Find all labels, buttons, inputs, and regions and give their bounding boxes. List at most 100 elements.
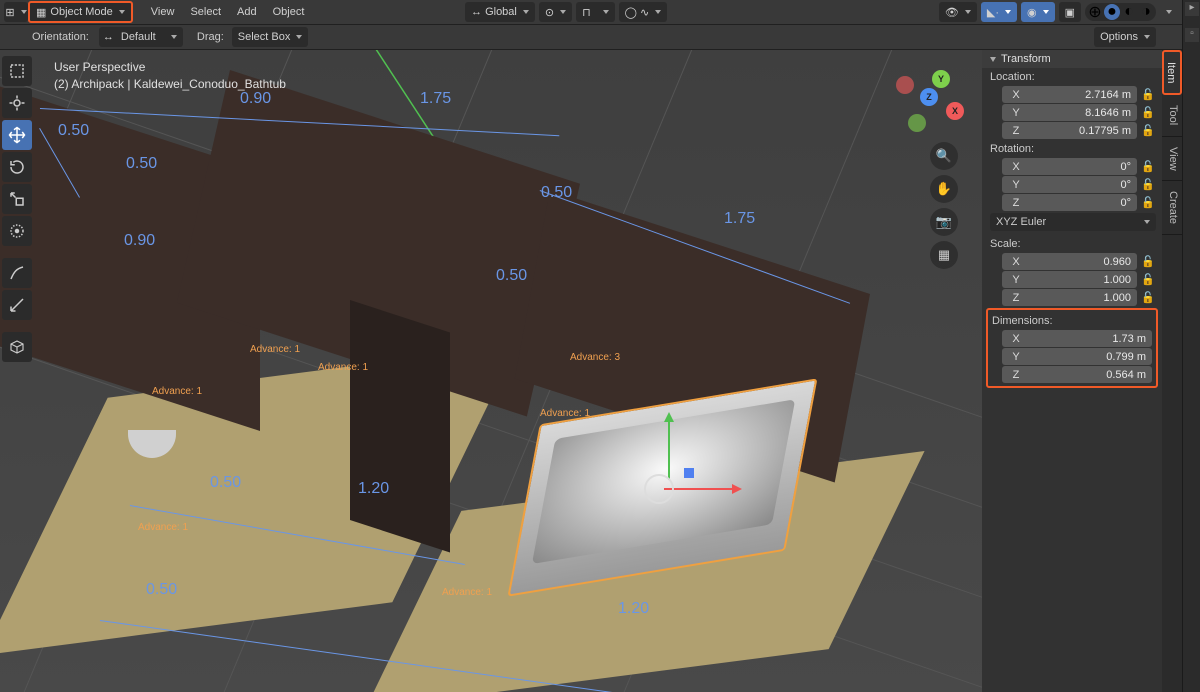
gizmo-neg-x[interactable] <box>896 76 914 94</box>
cursor-tool[interactable] <box>2 88 32 118</box>
orientation-dd[interactable]: ↔ Global <box>465 2 535 22</box>
menu-object[interactable]: Object <box>265 6 313 18</box>
lock-icon[interactable]: 🔓 <box>1140 195 1156 211</box>
menu-add[interactable]: Add <box>229 6 265 18</box>
rotation-mode-dd[interactable]: XYZ Euler <box>990 213 1156 231</box>
mode-label: Object Mode <box>50 6 112 18</box>
collapse-icon[interactable]: ▸ <box>1185 2 1199 16</box>
tab-create[interactable]: Create <box>1162 181 1182 235</box>
lock-icon[interactable]: 🔓 <box>1140 105 1156 121</box>
perspective-icon[interactable]: ▦ <box>930 241 958 269</box>
mode-dropdown[interactable]: ▦ Object Mode <box>28 1 133 23</box>
advance-1d: Advance: 1 <box>540 408 590 419</box>
dim-0-50e: 0.50 <box>210 474 241 492</box>
advance-1f: Advance: 1 <box>442 587 492 598</box>
right-edge-strip: ▸ ▫ <box>1182 0 1200 692</box>
scl-x-field[interactable]: X0.960 <box>1002 253 1137 270</box>
nav-gizmo[interactable]: Y Z X <box>904 70 966 132</box>
lock-icon[interactable]: 🔓 <box>1140 254 1156 270</box>
dimensions-label: Dimensions: <box>988 312 1156 330</box>
dim-0-50a: 0.50 <box>58 122 89 140</box>
gizmo-neg-y[interactable] <box>908 114 926 132</box>
gizmo-y[interactable]: Y <box>932 70 950 88</box>
xray-toggle[interactable]: ▣ <box>1059 2 1081 22</box>
viewport-3d[interactable]: User Perspective (2) Archipack | Kaldewe… <box>0 50 982 692</box>
dim-1-20b: 1.20 <box>618 600 649 618</box>
editor-type-dd[interactable]: ⊞ <box>4 2 28 22</box>
view-controls: 🔍 ✋ 📷 ▦ <box>930 142 958 269</box>
loc-y-field[interactable]: Y8.1646 m <box>1002 104 1137 121</box>
advance-1b: Advance: 1 <box>318 362 368 373</box>
shading-modes[interactable]: ⊕●◐◑ <box>1085 3 1156 21</box>
advance-1a: Advance: 1 <box>250 344 300 355</box>
rot-y-field[interactable]: Y0° <box>1002 176 1137 193</box>
scl-y-field[interactable]: Y1.000 <box>1002 271 1137 288</box>
orientation-value-dd[interactable]: ↔ Default <box>99 27 183 47</box>
lock-icon[interactable]: 🔓 <box>1140 159 1156 175</box>
lock-icon[interactable]: 🔓 <box>1140 177 1156 193</box>
lock-icon[interactable]: 🔓 <box>1140 290 1156 306</box>
split-icon[interactable]: ▫ <box>1185 28 1199 42</box>
transform-tool[interactable] <box>2 216 32 246</box>
gizmo-z[interactable]: Z <box>920 88 938 106</box>
camera-icon[interactable]: 📷 <box>930 208 958 236</box>
dim-y-field[interactable]: Y0.799 m <box>1002 348 1152 365</box>
proportional-toggle[interactable]: ◯ ∿ <box>619 2 668 22</box>
advance-1c: Advance: 1 <box>152 386 202 397</box>
options-dd[interactable]: Options <box>1094 27 1156 47</box>
dim-1-75b: 1.75 <box>724 210 755 228</box>
n-panel: Transform Location: X2.7164 m🔓 Y8.1646 m… <box>982 50 1162 692</box>
move-tool[interactable] <box>2 120 32 150</box>
drag-label: Drag: <box>197 31 224 43</box>
snap-toggle[interactable]: ⊓ <box>576 2 615 22</box>
drag-value-dd[interactable]: Select Box <box>232 27 309 47</box>
loc-x-field[interactable]: X2.7164 m <box>1002 86 1137 103</box>
left-toolbar <box>2 56 34 362</box>
dim-0-50c: 0.50 <box>541 184 572 202</box>
pan-icon[interactable]: ✋ <box>930 175 958 203</box>
secondary-header: Orientation: ↔ Default Drag: Select Box … <box>0 25 1200 50</box>
advance-3: Advance: 3 <box>570 352 620 363</box>
rot-z-field[interactable]: Z0° <box>1002 194 1137 211</box>
rot-x-field[interactable]: X0° <box>1002 158 1137 175</box>
dim-1-75a: 1.75 <box>420 90 451 108</box>
dim-x-field[interactable]: X1.73 m <box>1002 330 1152 347</box>
transform-header[interactable]: Transform <box>982 50 1162 68</box>
tab-view[interactable]: View <box>1162 137 1182 182</box>
dimensions-section: Dimensions: X1.73 m Y0.799 m Z0.564 m <box>986 308 1158 388</box>
advance-1e: Advance: 1 <box>138 522 188 533</box>
scl-z-field[interactable]: Z1.000 <box>1002 289 1137 306</box>
dim-0-50b: 0.50 <box>126 155 157 173</box>
zoom-icon[interactable]: 🔍 <box>930 142 958 170</box>
transform-gizmo[interactable] <box>640 470 680 510</box>
gizmo-toggle[interactable]: ◣· <box>981 2 1017 22</box>
dim-z-field[interactable]: Z0.564 m <box>1002 366 1152 383</box>
gizmo-x[interactable]: X <box>946 102 964 120</box>
loc-z-field[interactable]: Z0.17795 m <box>1002 122 1137 139</box>
main-header: ⊞ ▦ Object Mode View Select Add Object ↔… <box>0 0 1200 25</box>
menu-select[interactable]: Select <box>182 6 229 18</box>
lock-icon[interactable]: 🔓 <box>1140 272 1156 288</box>
pivot-dd[interactable]: ⊙ <box>539 2 572 22</box>
dim-1-20a: 1.20 <box>358 480 389 498</box>
n-panel-tabs: Item Tool View Create <box>1162 50 1182 692</box>
scale-tool[interactable] <box>2 184 32 214</box>
annotate-tool[interactable] <box>2 258 32 288</box>
lock-icon[interactable]: 🔓 <box>1140 87 1156 103</box>
orientation-label: Orientation: <box>32 31 89 43</box>
overlay-toggle[interactable]: ◉ <box>1021 2 1055 22</box>
rotation-label: Rotation: <box>982 140 1162 158</box>
view-label: User Perspective <box>54 60 145 74</box>
visibility-dd[interactable]: 👁 <box>939 2 977 22</box>
tab-tool[interactable]: Tool <box>1162 95 1182 136</box>
rotate-tool[interactable] <box>2 152 32 182</box>
select-box-tool[interactable] <box>2 56 32 86</box>
dim-0-90a: 0.90 <box>240 90 271 108</box>
add-cube-tool[interactable] <box>2 332 32 362</box>
tab-item[interactable]: Item <box>1162 50 1182 95</box>
dim-0-50f: 0.50 <box>146 581 177 599</box>
lock-icon[interactable]: 🔓 <box>1140 123 1156 139</box>
scale-label: Scale: <box>982 235 1162 253</box>
menu-view[interactable]: View <box>143 6 183 18</box>
measure-tool[interactable] <box>2 290 32 320</box>
